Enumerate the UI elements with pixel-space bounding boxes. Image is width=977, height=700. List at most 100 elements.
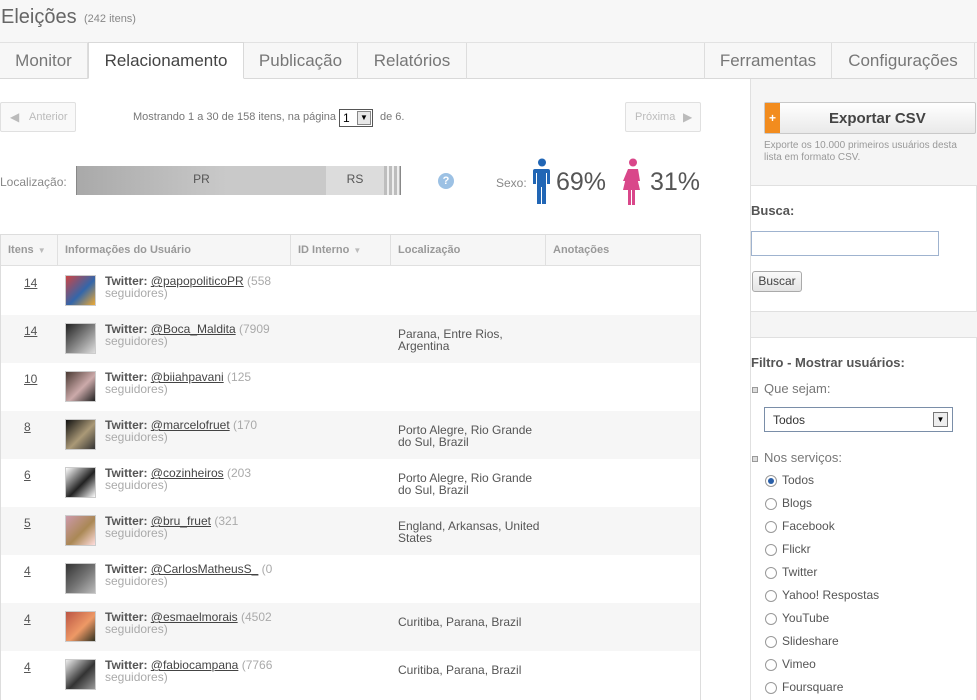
search-input[interactable]: [751, 231, 939, 256]
prev-page-button[interactable]: ◀ Anterior: [0, 102, 76, 132]
avatar[interactable]: [65, 275, 96, 306]
avatar[interactable]: [65, 467, 96, 498]
avatar[interactable]: [65, 611, 96, 642]
radio-label: Foursquare: [782, 680, 844, 694]
follower-count: (7909: [235, 322, 270, 336]
export-description: Exporte os 10.000 primeiros usuários des…: [764, 140, 957, 163]
radio-button[interactable]: [765, 590, 777, 602]
follower-count: (558: [243, 274, 272, 288]
app-header: Eleições (242 itens): [0, 0, 977, 43]
follower-word: seguidores): [105, 478, 168, 492]
arrow-right-icon: ▶: [683, 110, 693, 124]
item-count-link[interactable]: 5: [24, 516, 31, 530]
item-count-link[interactable]: 4: [24, 612, 31, 626]
search-title: Busca:: [751, 203, 795, 218]
user-info: Twitter: @esmaelmorais (4502 seguidores): [105, 611, 290, 635]
item-count-link[interactable]: 8: [24, 420, 31, 434]
location-segment-rs-label: RS: [346, 172, 364, 186]
page-select[interactable]: 1 ▼: [339, 109, 373, 127]
page-select-value: 1: [343, 111, 350, 125]
item-count: (242 itens): [84, 13, 136, 25]
help-icon[interactable]: ?: [438, 173, 454, 189]
female-percentage: 31%: [650, 168, 701, 196]
sex-label: Sexo:: [496, 176, 527, 190]
follower-word: seguidores): [105, 622, 168, 636]
chevron-down-icon: ▼: [933, 412, 948, 427]
location-segment-rs[interactable]: RS: [326, 166, 384, 195]
item-count-link[interactable]: 10: [24, 372, 37, 386]
item-count-link[interactable]: 4: [24, 660, 31, 674]
bullet-icon: [752, 387, 758, 393]
follower-count: (7766: [238, 658, 273, 672]
column-header-internal-id[interactable]: ID Interno ▼: [291, 235, 391, 266]
follower-count: (203: [223, 466, 252, 480]
column-header-user-info-label: Informações do Usuário: [65, 244, 191, 256]
arrow-left-icon: ◀: [10, 110, 20, 124]
user-location: Parana, Entre Rios, Argentina: [398, 327, 503, 353]
filter-que-label: Que sejam:: [764, 381, 831, 396]
table-row: 4 Twitter: @fabiocampana (7766 seguidores)…: [1, 651, 700, 699]
table-row: 14 Twitter: @Boca_Maldita (7909 seguidores…: [1, 315, 700, 363]
tab-configuracoes[interactable]: Configurações: [832, 43, 975, 79]
export-csv-button[interactable]: + Exportar CSV: [764, 102, 976, 134]
radio-button[interactable]: [765, 544, 777, 556]
column-header-user-info: Informações do Usuário: [58, 235, 291, 266]
radio-button[interactable]: [765, 521, 777, 533]
user-location: Curitiba, Parana, Brazil: [398, 615, 522, 629]
users-table: Itens ▼ Informações do Usuário ID Interno…: [0, 234, 701, 700]
avatar[interactable]: [65, 323, 96, 354]
column-header-notes: Anotações: [546, 235, 700, 266]
item-count-link[interactable]: 14: [24, 276, 37, 290]
radio-button[interactable]: [765, 659, 777, 671]
radio-label: YouTube: [782, 611, 830, 625]
bullet-icon: [752, 456, 758, 462]
radio-button[interactable]: [765, 636, 777, 648]
user-info: Twitter: @biiahpavani (125 seguidores): [105, 371, 290, 395]
follower-count: (321: [211, 514, 239, 528]
filter-title: Filtro - Mostrar usuários:: [751, 355, 905, 370]
table-row: 10 Twitter: @biiahpavani (125 seguidores): [1, 363, 700, 411]
avatar[interactable]: [65, 659, 96, 690]
follower-word: seguidores): [105, 574, 168, 588]
radio-label: Vimeo: [782, 657, 816, 671]
avatar[interactable]: [65, 515, 96, 546]
column-header-items-label: Itens: [8, 244, 34, 256]
column-header-items[interactable]: Itens ▼: [1, 235, 58, 266]
filter-services-label: Nos serviços:: [764, 450, 843, 465]
item-count-link[interactable]: 14: [24, 324, 37, 338]
avatar[interactable]: [65, 371, 96, 402]
tab-ferramentas[interactable]: Ferramentas: [704, 43, 832, 79]
location-segment-other[interactable]: [384, 166, 400, 195]
plus-icon: +: [765, 103, 780, 133]
table-header: Itens ▼ Informações do Usuário ID Interno…: [1, 235, 700, 266]
follower-word: seguidores): [105, 382, 168, 396]
tab-monitor[interactable]: Monitor: [0, 43, 88, 79]
filter-type-select[interactable]: Todos ▼: [764, 407, 953, 432]
radio-button[interactable]: [765, 613, 777, 625]
radio-label: Facebook: [782, 519, 835, 533]
column-header-internal-id-label: ID Interno: [298, 244, 350, 256]
item-count-link[interactable]: 6: [24, 468, 31, 482]
tab-relatorios[interactable]: Relatórios: [358, 43, 467, 79]
tab-relacionamento[interactable]: Relacionamento: [88, 42, 244, 79]
follower-word: seguidores): [105, 286, 168, 300]
radio-button[interactable]: [765, 682, 777, 694]
location-bar: PR RS: [76, 166, 401, 195]
radio-button[interactable]: [765, 475, 777, 487]
table-row: 6 Twitter: @cozinheiros (203 seguidores) Po…: [1, 459, 700, 507]
avatar[interactable]: [65, 563, 96, 594]
follower-word: seguidores): [105, 334, 168, 348]
next-page-button[interactable]: Próxima ▶: [625, 102, 701, 132]
item-count-link[interactable]: 4: [24, 564, 31, 578]
sort-icon: ▼: [37, 246, 46, 255]
follower-word: seguidores): [105, 670, 168, 684]
search-button[interactable]: Buscar: [752, 271, 802, 292]
radio-button[interactable]: [765, 567, 777, 579]
next-page-label: Próxima: [635, 111, 676, 123]
avatar[interactable]: [65, 419, 96, 450]
radio-label: Twitter: [782, 565, 818, 579]
radio-button[interactable]: [765, 498, 777, 510]
follower-count: (4502: [237, 610, 272, 624]
location-segment-pr[interactable]: PR: [77, 166, 326, 195]
tab-publicacao[interactable]: Publicação: [244, 43, 358, 79]
